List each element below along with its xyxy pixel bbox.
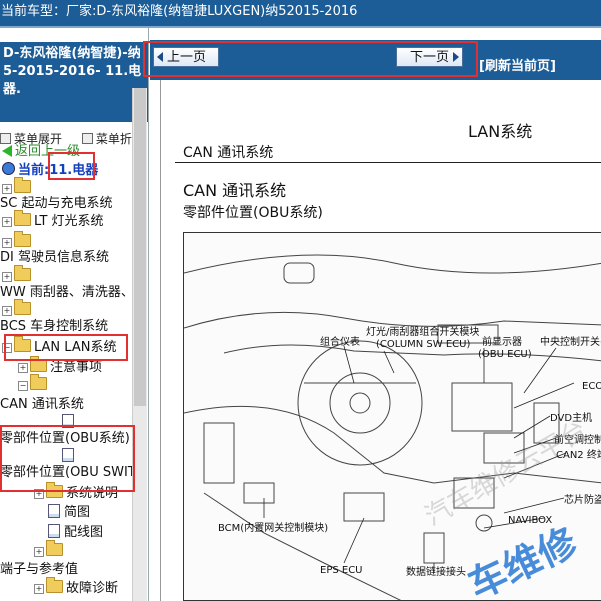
tree-item-obu-switch-location[interactable]: 零部件位置(OBU SWIT (0, 465, 136, 481)
folder-icon (46, 540, 63, 556)
tree-item-schematic[interactable]: 简图 (48, 504, 90, 521)
collapse-icon (81, 133, 93, 144)
callout-bcm: BCM(内置网关控制模块) (218, 523, 329, 534)
tree-doc-1[interactable] (62, 414, 78, 431)
callout-chip: 芯片防盗 (564, 495, 601, 506)
document-page: LAN系统 CAN 通讯系统 CAN 通讯系统 零部件位置(OBU系统) 组合仪… (160, 80, 601, 601)
tree-item-obu-location[interactable]: 零部件位置(OBU系统) (0, 431, 130, 447)
vehicle-title: D-东风裕隆(纳智捷)-纳5-2015-2016- 11.电器. (0, 42, 148, 122)
tree-row-empty-4[interactable]: + (2, 299, 34, 319)
globe-icon (2, 162, 15, 175)
folder-icon (30, 356, 47, 372)
back-arrow-icon (2, 145, 12, 157)
header-rule (175, 162, 601, 163)
section-subheading: 零部件位置(OBU系统) (183, 205, 323, 221)
vehicle-header-text: 当前车型：厂家:D-东风裕隆(纳智捷LUXGEN)纳52015-2016 (1, 4, 358, 19)
left-panel: D-东风裕隆(纳智捷)-纳5-2015-2016- 11.电器. 菜单展开 菜单… (0, 28, 149, 601)
left-triangle-icon (157, 52, 163, 62)
vehicle-header: 当前车型：厂家:D-东风裕隆(纳智捷LUXGEN)纳52015-2016 (0, 0, 601, 28)
section-header: CAN 通讯系统 (183, 145, 274, 161)
scrollbar-thumb[interactable] (134, 88, 146, 406)
open-folder-icon (14, 336, 31, 352)
folder-icon (14, 299, 31, 315)
prev-page-button[interactable]: 上一页 (153, 47, 219, 67)
document-icon (62, 448, 74, 462)
left-scrollbar[interactable] (132, 88, 147, 601)
section-heading: CAN 通讯系统 (183, 181, 287, 200)
back-link[interactable]: 返回上一级 (2, 140, 80, 159)
folder-icon (14, 231, 31, 247)
tree-item-di[interactable]: DI 驾驶员信息系统 (0, 250, 109, 266)
right-triangle-icon (453, 52, 459, 62)
folder-icon (14, 177, 31, 193)
component-location-diagram: 组合仪表 灯光/雨刮器组合开关模块 (COLUMN SW ECU) 前显示器 (… (183, 232, 601, 601)
tree-item-lt[interactable]: + LT 灯光系统 (2, 210, 104, 230)
tree-item-can[interactable]: CAN 通讯系统 (0, 397, 84, 413)
tree-item-diagnosis[interactable]: + 故障诊断 (34, 577, 118, 597)
callout-light-switch-1: 灯光/雨刮器组合开关模块 (366, 327, 480, 338)
tree-item-system-description[interactable]: + 系统说明 (34, 482, 118, 502)
callout-eco: ECO M (582, 381, 601, 392)
tree-doc-2[interactable] (62, 448, 78, 465)
folder-icon (46, 577, 63, 593)
document-icon (62, 414, 74, 428)
tree-item-terminals[interactable]: 端子与参考值 (0, 562, 78, 578)
current-location: 当前:11.电器 (2, 159, 98, 178)
callout-hud-2: (OBU ECU) (478, 349, 532, 360)
folder-icon (14, 210, 31, 226)
document-icon (48, 504, 60, 518)
callout-dlc: 数据链接接头 (406, 567, 466, 578)
callout-eps: EPS ECU (320, 565, 363, 576)
document-icon (48, 524, 60, 538)
tree-row-empty-2[interactable]: + (2, 231, 34, 251)
tree-row-empty-3[interactable]: + (2, 265, 34, 285)
callout-hud-1: 前显示器 (482, 337, 522, 348)
tree-row-empty-5[interactable]: − (18, 374, 50, 394)
refresh-page-link[interactable]: [刷新当前页] (479, 55, 556, 74)
tree-item-lan[interactable]: − LAN LAN系统 (2, 336, 116, 356)
tree-item-wiring[interactable]: 配线图 (48, 524, 103, 541)
folder-icon (14, 265, 31, 281)
open-folder-icon (30, 374, 47, 390)
folder-icon (46, 482, 63, 498)
content-panel: 上一页 下一页 [刷新当前页] LAN系统 CAN 通讯系统 CAN 通讯系统 … (150, 28, 601, 601)
callout-light-switch-2: (COLUMN SW ECU) (376, 339, 471, 350)
callout-center-switch: 中央控制开关(H (540, 337, 601, 348)
tree-item-bcs[interactable]: BCS 车身控制系统 (0, 319, 108, 335)
next-page-button[interactable]: 下一页 (396, 47, 463, 67)
callout-combination-meter: 组合仪表 (320, 337, 360, 348)
page-title: LAN系统 (468, 122, 533, 141)
tree-row-empty-1[interactable]: + (2, 177, 34, 197)
tree-row-empty-6[interactable]: + (34, 540, 66, 560)
